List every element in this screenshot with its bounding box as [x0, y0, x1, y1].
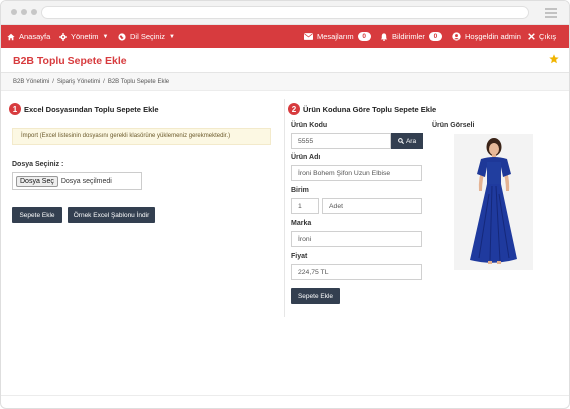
- nav-messages[interactable]: Mesajlarım 0: [304, 25, 371, 48]
- nav-management[interactable]: Yönetim ▼: [59, 25, 108, 48]
- product-code-input[interactable]: 5555: [291, 133, 391, 149]
- chevron-down-icon: ▼: [169, 33, 175, 40]
- nav-language-label: Dil Seçiniz: [130, 32, 166, 41]
- file-label: Dosya Seçiniz :: [12, 161, 64, 168]
- excel-section-title-text: Excel Dosyasından Toplu Sepete Ekle: [24, 104, 159, 114]
- home-icon: [7, 33, 15, 40]
- unit-label: Birim: [291, 187, 309, 194]
- bell-icon: [380, 32, 388, 41]
- top-navbar: Anasayfa Yönetim ▼ Dil Seçiniz ▼ Mesajla…: [1, 25, 569, 48]
- browser-chrome: [1, 1, 569, 25]
- import-notice: İmport (Excel listesinin dosyasını gerek…: [12, 128, 271, 145]
- page-header: B2B Toplu Sepete Ekle: [1, 48, 569, 73]
- close-icon: [528, 33, 535, 40]
- browser-menu-icon[interactable]: [545, 8, 557, 20]
- messages-count-badge: 0: [357, 32, 371, 41]
- address-bar[interactable]: [41, 6, 529, 19]
- unit-input[interactable]: Adet: [322, 198, 422, 214]
- envelope-icon: [304, 33, 313, 40]
- breadcrumb: B2B Yönetimi / Sipariş Yönetimi / B2B Toplu …: [1, 73, 569, 91]
- nav-logout-label: Çıkış: [539, 32, 557, 41]
- product-name-label: Ürün Adı: [291, 154, 321, 161]
- nav-language[interactable]: Dil Seçiniz ▼: [118, 25, 175, 48]
- nav-notifications[interactable]: Bildirimler 0: [380, 25, 442, 48]
- product-code-section-title: 2 Ürün Koduna Göre Toplu Sepete Ekle: [288, 103, 436, 115]
- nav-messages-label: Mesajlarım: [317, 32, 354, 41]
- chevron-down-icon: ▼: [102, 33, 109, 40]
- price-input[interactable]: 224,75 TL: [291, 264, 422, 280]
- step-number-badge: 1: [9, 103, 21, 115]
- breadcrumb-item[interactable]: Sipariş Yönetimi: [57, 79, 100, 85]
- browser-frame: Anasayfa Yönetim ▼ Dil Seçiniz ▼ Mesajla…: [0, 0, 570, 409]
- notifications-count-badge: 0: [428, 32, 442, 41]
- product-code-label: Ürün Kodu: [291, 122, 328, 129]
- excel-section-title: 1 Excel Dosyasından Toplu Sepete Ekle: [9, 103, 159, 115]
- user-icon: [452, 32, 461, 41]
- dress-model-image: [454, 134, 533, 270]
- price-label: Fiyat: [291, 253, 308, 260]
- breadcrumb-item[interactable]: B2B Yönetimi: [13, 79, 49, 85]
- search-button[interactable]: Ara: [391, 133, 423, 149]
- code-add-to-cart-button[interactable]: Sepete Ekle: [291, 288, 340, 304]
- search-icon: [398, 138, 404, 144]
- file-status: Dosya seçilmedi: [60, 177, 112, 185]
- window-dots: [11, 9, 37, 15]
- star-icon[interactable]: [549, 54, 559, 64]
- section-divider: [284, 99, 285, 317]
- search-button-label: Ara: [405, 137, 417, 145]
- nav-management-label: Yönetim: [71, 32, 99, 41]
- nav-logout[interactable]: Çıkış: [528, 25, 556, 48]
- page-title: B2B Toplu Sepete Ekle: [13, 55, 127, 67]
- nav-notifications-label: Bildirimler: [392, 32, 425, 41]
- brand-label: Marka: [291, 220, 312, 227]
- excel-add-to-cart-button[interactable]: Sepete Ekle: [12, 207, 62, 223]
- brand-input[interactable]: İroni: [291, 231, 422, 247]
- nav-home[interactable]: Anasayfa: [7, 25, 50, 48]
- product-name-input[interactable]: İroni Bohem Şifon Uzun Elbise: [291, 165, 422, 181]
- product-image: [454, 134, 533, 270]
- product-code-section-title-text: Ürün Koduna Göre Toplu Sepete Ekle: [303, 104, 437, 114]
- nav-user-label: Hoşgeldin admin: [465, 32, 521, 41]
- product-image-label: Ürün Görseli: [432, 122, 475, 129]
- nav-home-label: Anasayfa: [19, 32, 51, 41]
- step-number-badge: 2: [288, 103, 300, 115]
- nav-user[interactable]: Hoşgeldin admin: [452, 25, 521, 48]
- globe-icon: [118, 32, 126, 41]
- footer-divider: [1, 395, 569, 396]
- file-choose-button[interactable]: Dosya Seç: [16, 175, 58, 187]
- breadcrumb-item: B2B Toplu Sepete Ekle: [107, 79, 170, 85]
- gear-icon: [59, 32, 67, 41]
- quantity-input[interactable]: 1: [291, 198, 319, 214]
- file-input[interactable]: Dosya Seç Dosya seçilmedi: [12, 172, 142, 190]
- download-template-button[interactable]: Örnek Excel Şablonu İndir: [68, 207, 155, 223]
